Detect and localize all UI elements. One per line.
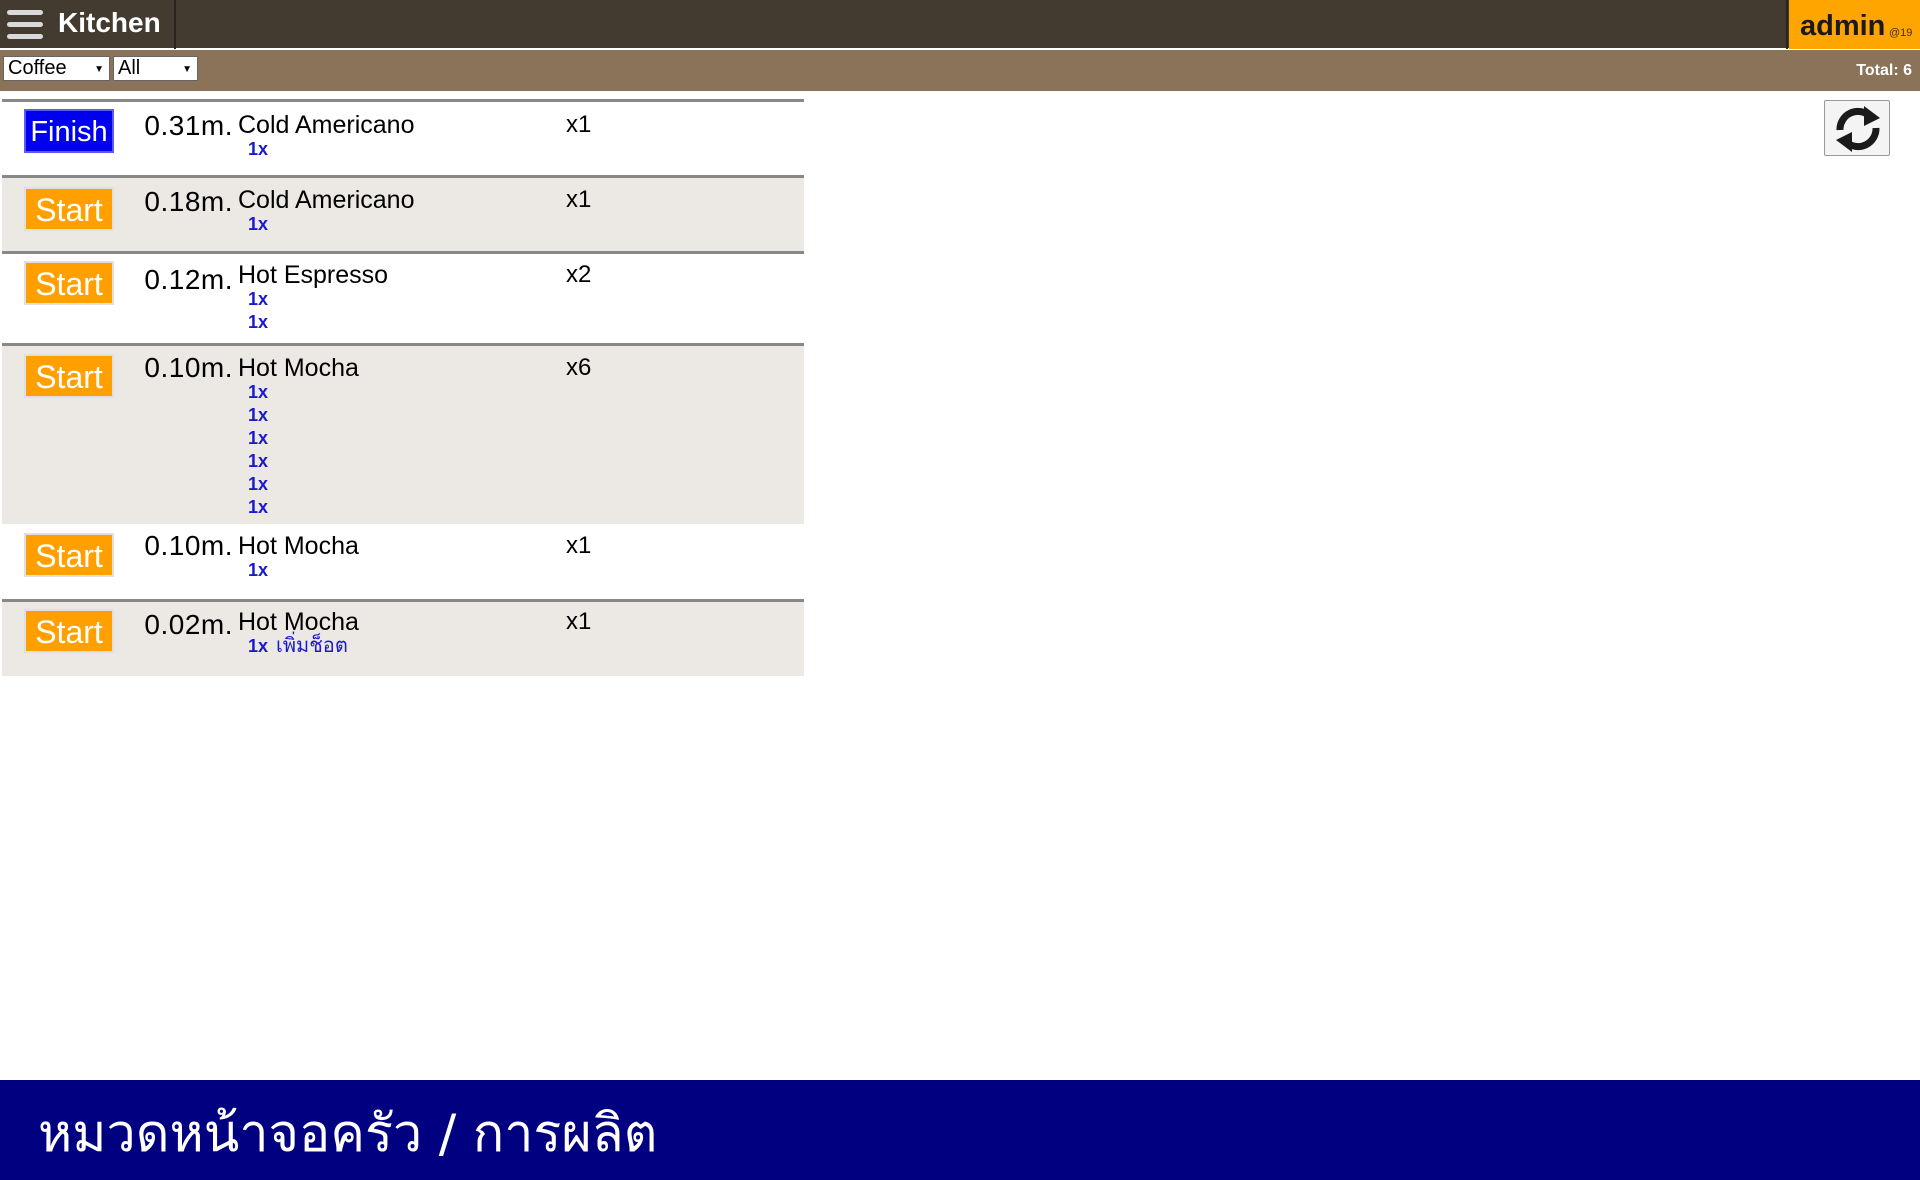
detail-line: 1x (248, 213, 268, 236)
detail-amount: 1x (248, 497, 269, 517)
detail-amount: 1x (248, 428, 269, 448)
detail-line: 1x (248, 427, 268, 450)
title-divider (174, 0, 176, 49)
order-row: Start 0.10m. Hot Mocha x6 1x 1x 1x 1x 1x… (2, 343, 804, 524)
detail-line: 1x (248, 288, 268, 311)
elapsed-time: 0.12m. (144, 264, 233, 295)
item-details: 1x เพิ่มช็อต (248, 635, 348, 658)
item-name: Hot Mocha (238, 354, 359, 382)
start-button[interactable]: Start (24, 261, 114, 305)
detail-amount: 1x (248, 289, 269, 309)
elapsed-time: 0.18m. (144, 186, 233, 217)
item-details: 1x 1x (248, 288, 268, 334)
order-row: Start 0.12m. Hot Espresso x2 1x 1x (2, 251, 804, 343)
detail-line: 1x (248, 138, 268, 161)
detail-amount: 1x (248, 451, 269, 471)
total-count: Total: 6 (1856, 62, 1912, 79)
user-divider (1786, 0, 1788, 49)
detail-line: 1x (248, 450, 268, 473)
item-details: 1x (248, 213, 268, 236)
refresh-button[interactable] (1824, 100, 1890, 156)
detail-line: 1x เพิ่มช็อต (248, 635, 348, 658)
chevron-down-icon: ▼ (94, 64, 104, 75)
detail-amount: 1x (248, 382, 269, 402)
app-title: Kitchen (58, 7, 161, 38)
order-row: Start 0.18m. Cold Americano x1 1x (2, 175, 804, 251)
chevron-down-icon: ▼ (182, 64, 192, 75)
item-quantity: x1 (566, 111, 592, 138)
item-details: 1x (248, 559, 268, 582)
start-button[interactable]: Start (24, 609, 114, 653)
detail-line: 1x (248, 473, 268, 496)
order-row: Finish 0.31m. Cold Americano x1 1x (2, 99, 804, 175)
start-button[interactable]: Start (24, 187, 114, 231)
item-quantity: x6 (566, 354, 592, 381)
detail-line: 1x (248, 404, 268, 427)
user-menu[interactable]: admin @19 (1789, 0, 1920, 49)
status-select[interactable]: All ▼ (113, 56, 198, 81)
user-name: admin (1800, 10, 1886, 42)
elapsed-time: 0.02m. (144, 609, 233, 640)
item-name: Hot Mocha (238, 608, 359, 636)
refresh-icon (1836, 106, 1880, 152)
footer-banner: หมวดหน้าจอครัว / การผลิต (0, 1080, 1920, 1180)
detail-line: 1x (248, 496, 268, 519)
item-name: Hot Espresso (238, 261, 389, 289)
filter-bar: Coffee ▼ All ▼ Total: 6 (0, 50, 1920, 91)
order-row: Start 0.10m. Hot Mocha x1 1x (2, 524, 804, 599)
item-quantity: x1 (566, 608, 592, 635)
elapsed-time: 0.31m. (144, 110, 233, 141)
order-row: Start 0.02m. Hot Mocha x1 1x เพิ่มช็อต (2, 599, 804, 676)
detail-amount: 1x (248, 636, 269, 656)
detail-amount: 1x (248, 139, 269, 159)
detail-note: เพิ่มช็อต (276, 635, 348, 657)
elapsed-time: 0.10m. (144, 530, 233, 561)
start-button[interactable]: Start (24, 354, 114, 398)
detail-amount: 1x (248, 474, 269, 494)
category-select-value: Coffee (8, 57, 67, 79)
item-details: 1x (248, 138, 268, 161)
item-quantity: x1 (566, 532, 592, 559)
order-list: Finish 0.31m. Cold Americano x1 1x Start… (2, 99, 804, 676)
detail-amount: 1x (248, 312, 269, 332)
start-button[interactable]: Start (24, 533, 114, 577)
hamburger-menu-icon[interactable] (5, 8, 45, 41)
item-quantity: x1 (566, 186, 592, 213)
status-select-value: All (118, 57, 141, 79)
detail-line: 1x (248, 381, 268, 404)
item-name: Cold Americano (238, 111, 415, 139)
item-name: Cold Americano (238, 186, 415, 214)
detail-amount: 1x (248, 214, 269, 234)
detail-amount: 1x (248, 560, 269, 580)
detail-line: 1x (248, 559, 268, 582)
top-bar: Kitchen admin @19 (0, 0, 1920, 49)
item-name: Hot Mocha (238, 532, 359, 560)
user-suffix: @19 (1889, 27, 1913, 39)
elapsed-time: 0.10m. (144, 352, 233, 383)
item-quantity: x2 (566, 261, 592, 288)
finish-button[interactable]: Finish (24, 109, 114, 153)
footer-title: หมวดหน้าจอครัว / การผลิต (38, 1104, 658, 1164)
item-details: 1x 1x 1x 1x 1x 1x (248, 381, 268, 519)
detail-amount: 1x (248, 405, 269, 425)
category-select[interactable]: Coffee ▼ (3, 56, 110, 81)
detail-line: 1x (248, 311, 268, 334)
